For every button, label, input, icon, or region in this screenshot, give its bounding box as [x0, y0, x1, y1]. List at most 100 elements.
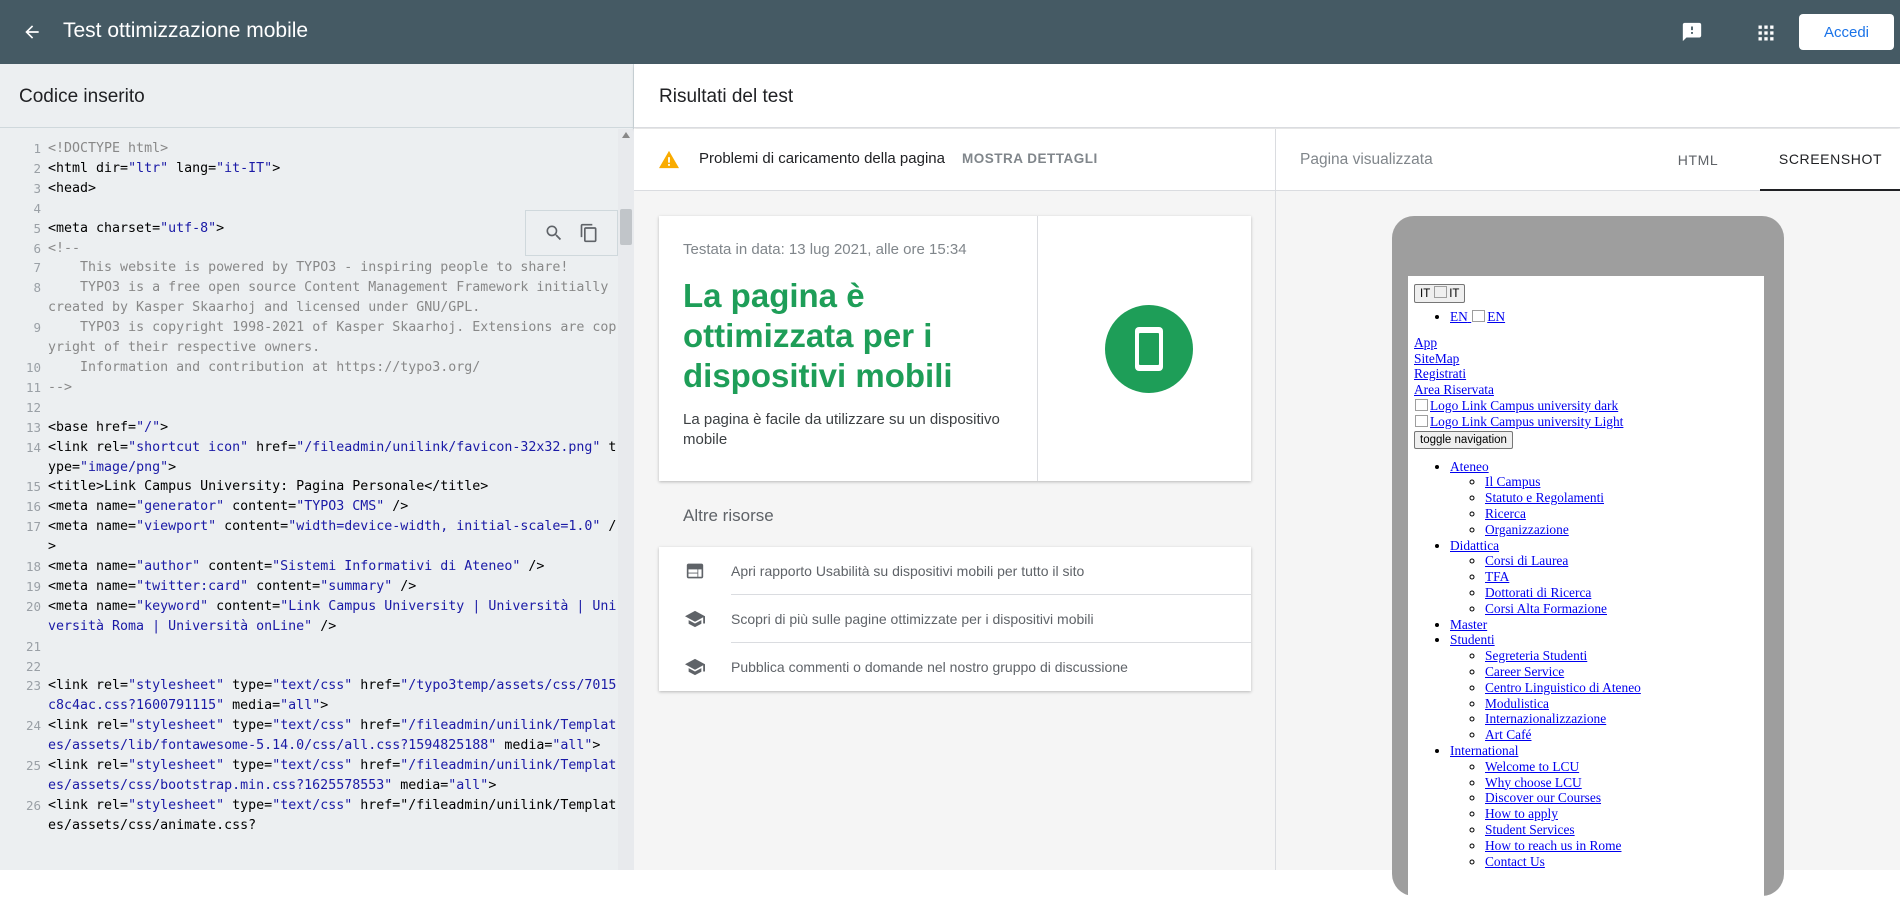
code-line: 18 <meta name="author" content="Sistemi I…	[0, 557, 618, 577]
rendered-link: Logo Link Campus university Light	[1414, 414, 1623, 429]
code-scrollbar[interactable]	[618, 129, 634, 870]
warning-icon	[658, 149, 680, 174]
rendered-link: Area Riservata	[1414, 382, 1494, 398]
rendered-subnav-item: Corsi di Laurea	[1485, 553, 1758, 569]
code-text: <head>	[48, 180, 97, 196]
rendered-nav-item: DidatticaCorsi di LaureaTFADottorati di …	[1450, 538, 1758, 617]
rendered-subnav-item: TFA	[1485, 569, 1758, 585]
code-line: 20 <meta name="keyword" content="Link Cam…	[0, 597, 618, 637]
line-number: 25	[25, 758, 41, 774]
line-number: 23	[25, 678, 41, 694]
rendered-subnav-item: Art Café	[1485, 727, 1758, 743]
scroll-thumb[interactable]	[620, 209, 632, 245]
code-line: 13 <base href="/">	[0, 418, 618, 438]
line-number: 1	[33, 141, 41, 156]
code-text: <base href="/">	[48, 419, 169, 435]
rendered-subnav-item: Welcome to LCU	[1485, 759, 1758, 775]
rendered-subnav-item: Modulistica	[1485, 696, 1758, 712]
rendered-subnav-item: Segreteria Studenti	[1485, 648, 1758, 664]
tab-screenshot[interactable]: SCREENSHOT	[1760, 129, 1900, 191]
scroll-up-arrow-icon[interactable]	[622, 132, 630, 138]
school-icon	[659, 657, 731, 677]
resources-title: Altre risorse	[683, 506, 774, 525]
line-number: 6	[33, 240, 41, 256]
rendered-subnav-item: Il Campus	[1485, 474, 1758, 490]
en-link: EN EN	[1450, 309, 1506, 324]
rendered-nav-item: AteneoIl CampusStatuto e RegolamentiRice…	[1450, 459, 1758, 538]
back-arrow-icon[interactable]	[16, 16, 48, 48]
resources-list: Apri rapporto Usabilità su dispositivi m…	[659, 547, 1251, 691]
rendered-link: App	[1414, 334, 1438, 350]
line-number: 14	[25, 439, 41, 455]
verdict-summary: Testata in data: 13 lug 2021, alle ore 1…	[659, 216, 1038, 481]
code-line: 8 TYPO3 is a free open source Content Ma…	[0, 278, 618, 318]
copy-icon[interactable]	[576, 220, 602, 246]
results-title: Risultati del test	[659, 86, 794, 107]
code-line: 19 <meta name="twitter:card" content="sum…	[0, 577, 618, 597]
code-text: -->	[48, 379, 73, 395]
code-text: <meta name="viewport" content="width=dev…	[48, 519, 617, 555]
login-button[interactable]: Accedi	[1799, 14, 1894, 50]
rendered-subnav-item: Internazionalizzazione	[1485, 711, 1758, 727]
web-icon	[659, 562, 731, 580]
code-line: 9 TYPO3 is copyright 1998-2021 of Kasper…	[0, 318, 618, 358]
code-toolbar	[525, 210, 618, 256]
line-number: 20	[25, 598, 41, 614]
code-text: <meta name="generator" content="TYPO3 CM…	[48, 499, 409, 515]
code-line: 25 <link rel="stylesheet" type="text/css"…	[0, 756, 618, 796]
line-number: 22	[25, 658, 41, 674]
header-links: App SiteMap Registrati Area Riservata Logo L…	[1414, 335, 1758, 430]
line-number: 17	[25, 519, 41, 535]
phone-frame: IT IT EN EN AppSiteMapRegistratiArea Ris…	[1392, 216, 1784, 916]
code-line: 1 <!DOCTYPE html>	[0, 139, 618, 159]
test-date: Testata in data: 13 lug 2021, alle ore 1…	[683, 241, 967, 258]
show-details-link[interactable]: MOSTRA DETTAGLI	[962, 151, 1098, 166]
app-bar: Test ottimizzazione mobile Accedi	[0, 0, 1900, 64]
line-number: 13	[25, 419, 41, 435]
code-text: <meta name="twitter:card" content="summa…	[48, 578, 417, 594]
line-number: 11	[25, 379, 41, 395]
resource-item[interactable]: Apri rapporto Usabilità su dispositivi m…	[659, 547, 1251, 595]
rendered-page-label: Pagina visualizzata	[1300, 151, 1433, 168]
tab-html[interactable]: HTML	[1656, 129, 1740, 191]
results-panel: Problemi di caricamento della pagina MOS…	[634, 129, 1275, 870]
results-header: Risultati del test	[634, 64, 1900, 128]
code-text: <title>Link Campus University: Pagina Pe…	[48, 479, 489, 495]
code-text: <meta name="author" content="Sistemi Inf…	[48, 559, 545, 575]
rendered-subnav-item: Discover our Courses	[1485, 790, 1758, 806]
code-line: 16 <meta name="generator" content="TYPO3 …	[0, 497, 618, 517]
school-icon	[659, 609, 731, 629]
resource-item[interactable]: Pubblica commenti o domande nel nostro g…	[659, 643, 1251, 691]
feedback-icon[interactable]	[1679, 19, 1705, 45]
apps-grid-icon[interactable]	[1753, 20, 1779, 46]
line-number: 21	[25, 638, 41, 654]
rendered-nav-item: Master	[1450, 617, 1758, 633]
line-number: 9	[33, 320, 41, 336]
line-number: 10	[25, 359, 41, 375]
resource-item[interactable]: Scopri di più sulle pagine ottimizzate p…	[659, 595, 1251, 643]
code-text: This website is powered by TYPO3 - inspi…	[48, 260, 569, 276]
line-number: 12	[25, 399, 41, 415]
line-number: 19	[25, 578, 41, 594]
rendered-page-tabs: Pagina visualizzata HTML SCREENSHOT	[1276, 129, 1900, 191]
code-line: 23 <link rel="stylesheet" type="text/css"…	[0, 676, 618, 716]
flag-image-icon	[1434, 286, 1448, 298]
code-line: 15 <title>Link Campus University: Pagina …	[0, 477, 618, 497]
resource-label: Scopri di più sulle pagine ottimizzate p…	[731, 595, 1251, 643]
rendered-screenshot: IT IT EN EN AppSiteMapRegistratiArea Ris…	[1408, 276, 1764, 916]
rendered-nav-item: StudentiSegreteria StudentiCareer Servic…	[1450, 632, 1758, 743]
code-line: 7 This website is powered by TYPO3 - ins…	[0, 258, 618, 278]
mobile-friendly-badge	[1105, 305, 1193, 393]
code-panel-title: Codice inserito	[0, 64, 633, 128]
loading-issues-text: Problemi di caricamento della pagina	[699, 150, 945, 167]
code-line: 12	[0, 398, 618, 418]
language-button: IT IT	[1414, 284, 1466, 303]
verdict-card: Testata in data: 13 lug 2021, alle ore 1…	[659, 216, 1251, 481]
search-icon[interactable]	[541, 220, 567, 246]
line-number: 26	[25, 797, 41, 813]
code-text: <link rel="stylesheet" type="text/css" h…	[48, 758, 617, 793]
code-line: 10 Information and contribution at https…	[0, 358, 618, 378]
line-number: 7	[33, 260, 41, 276]
line-number: 3	[33, 180, 41, 196]
